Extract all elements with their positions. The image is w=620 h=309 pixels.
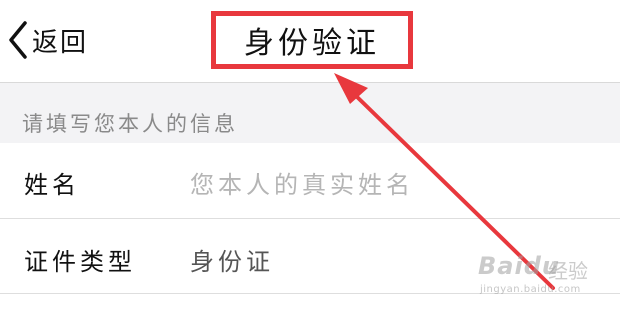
watermark: Baidu 经验 jingyan.baidu.com	[478, 252, 618, 308]
arrow-head	[334, 73, 368, 104]
watermark-product: 经验	[548, 259, 588, 283]
watermark-url: jingyan.baidu.com	[480, 284, 581, 295]
